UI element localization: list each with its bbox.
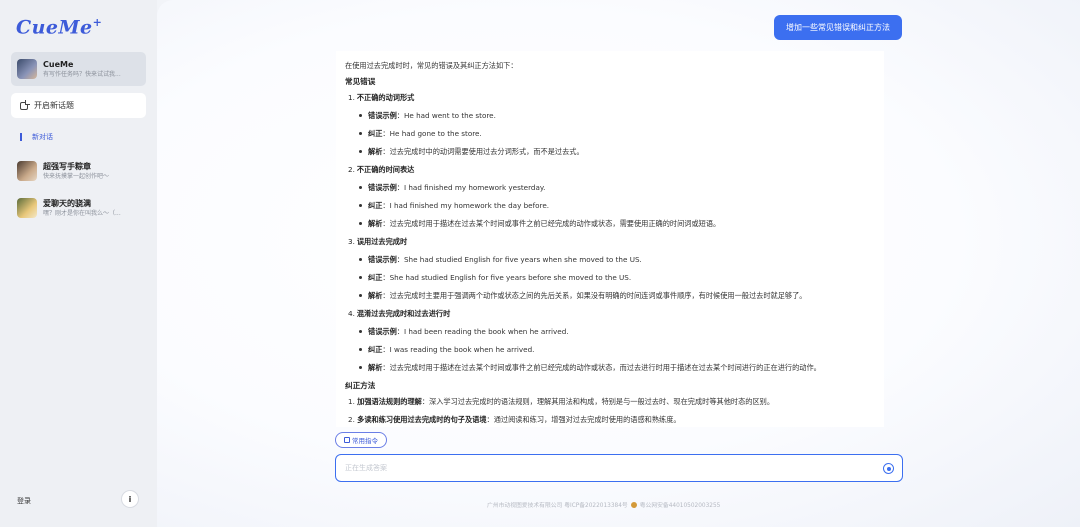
info-icon[interactable]: i <box>121 490 139 508</box>
new-chat-icon <box>20 99 30 110</box>
footer-police[interactable]: 粤公网安备44010502003255 <box>640 500 721 509</box>
app-logo[interactable]: CueMe+ <box>16 16 102 38</box>
conversation-title: 爱聊天的骁满 <box>43 199 91 208</box>
methods-heading: 纠正方法 <box>345 381 376 390</box>
error-example: 错误示例：He had went to the store. <box>345 110 875 121</box>
answer-intro: 在使用过去完成时时，常见的错误及其纠正方法如下： <box>345 61 518 70</box>
conversation-item-active[interactable]: 新对话 <box>20 132 53 142</box>
error-analysis: 解析：过去完成时用于描述在过去某个时间或事件之前已经完成的动作或状态，需要使用正… <box>345 218 875 229</box>
stop-generating-icon[interactable] <box>883 463 894 474</box>
conversation-title: 超强写手粽章 <box>43 162 91 171</box>
avatar <box>17 161 37 181</box>
error-analysis: 解析：过去完成时用于描述在过去某个时间或事件之前已经完成的动作或状态，而过去进行… <box>345 362 875 373</box>
error-fix: 纠正：He had gone to the store. <box>345 128 875 139</box>
error-fix: 纠正：She had studied English for five year… <box>345 272 875 283</box>
chat-input-box <box>335 454 903 482</box>
conversation-item[interactable]: 爱聊天的骁满 嘿？刚才是你在叫我么～（... <box>17 196 147 220</box>
footer-icp[interactable]: 广州市动视图爱技术有限公司 粤ICP备2022013384号 <box>487 500 628 509</box>
avatar <box>17 198 37 218</box>
police-badge-icon <box>630 501 637 508</box>
error-example: 错误示例：I had been reading the book when he… <box>345 326 875 337</box>
common-commands-label: 常用指令 <box>352 437 378 445</box>
user-message: 增加一些常见错误和纠正方法 <box>774 15 902 40</box>
error-analysis: 解析：过去完成时中的动词需要使用过去分词形式，而不是过去式。 <box>345 146 875 157</box>
agent-subtitle: 有写作任务吗？快来试试我... <box>43 71 121 78</box>
error-fix: 纠正：I had finished my homework the day be… <box>345 200 875 211</box>
command-icon <box>344 437 350 443</box>
error-title: 4. 混淆过去完成时和过去进行时 <box>348 309 451 318</box>
login-link[interactable]: 登录 <box>17 496 31 506</box>
conversation-subtitle: 快来抚摸掌一起创作吧～ <box>43 173 110 180</box>
new-topic-button[interactable]: 开启新话题 <box>11 93 146 118</box>
logo-text: CueMe <box>16 16 93 39</box>
common-commands-button[interactable]: 常用指令 <box>335 432 387 448</box>
logo-mark: + <box>92 16 103 29</box>
errors-heading: 常见错误 <box>345 77 376 86</box>
footer: 广州市动视图爱技术有限公司 粤ICP备2022013384号 粤公网安备4401… <box>487 500 720 509</box>
method-item: 2. 多读和练习使用过去完成时的句子及语境：通过阅读和练习，增强对过去完成时使用… <box>348 415 681 424</box>
error-analysis: 解析：过去完成时主要用于强调两个动作或状态之间的先后关系，如果没有明确的时间连词… <box>345 290 875 301</box>
conversation-subtitle: 嘿？刚才是你在叫我么～（... <box>43 210 121 217</box>
error-fix: 纠正：I was reading the book when he arrive… <box>345 344 875 355</box>
error-example: 错误示例：I had finished my homework yesterda… <box>345 182 875 193</box>
error-title: 1. 不正确的动词形式 <box>348 93 415 102</box>
avatar <box>17 59 37 79</box>
agent-name: CueMe <box>43 60 74 69</box>
agent-card-cueme[interactable]: CueMe 有写作任务吗？快来试试我... <box>11 52 146 86</box>
sidebar: CueMe+ CueMe 有写作任务吗？快来试试我... 开启新话题 新对话 超… <box>0 0 157 527</box>
method-item: 1. 加强语法规则的理解：深入学习过去完成时的语法规则，理解其用法和构成，特别是… <box>348 397 775 406</box>
new-topic-label: 开启新话题 <box>34 101 74 110</box>
error-example: 错误示例：She had studied English for five ye… <box>345 254 875 265</box>
conversation-item[interactable]: 超强写手粽章 快来抚摸掌一起创作吧～ <box>17 159 147 183</box>
assistant-answer: 在使用过去完成时时，常见的错误及其纠正方法如下： 常见错误 1. 不正确的动词形式… <box>336 51 884 427</box>
chat-area: 增加一些常见错误和纠正方法 在使用过去完成时时，常见的错误及其纠正方法如下： 常… <box>157 0 1080 527</box>
error-title: 2. 不正确的时间表达 <box>348 165 415 174</box>
chat-input[interactable] <box>345 462 865 474</box>
error-title: 3. 误用过去完成时 <box>348 237 408 246</box>
